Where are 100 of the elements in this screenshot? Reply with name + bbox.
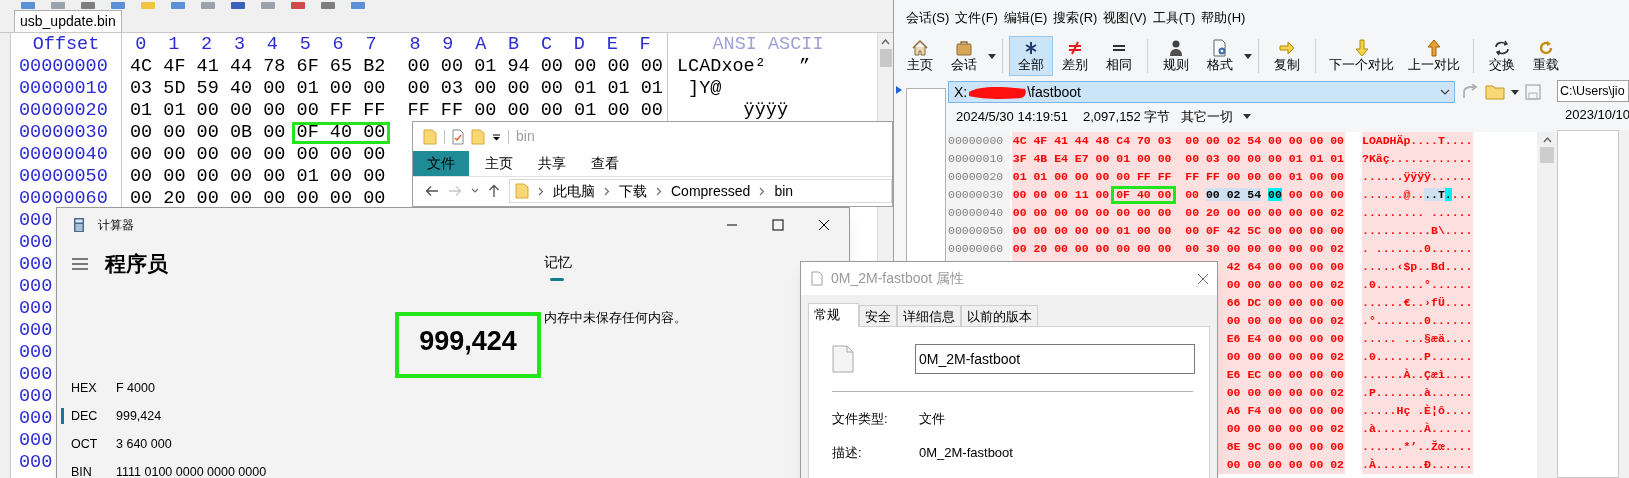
file-tab[interactable]: usb_update.bin <box>14 10 122 32</box>
name-field[interactable]: 0M_2M-fastboot <box>915 344 1195 374</box>
scrollbar-thumb[interactable] <box>879 49 892 67</box>
offset-cell: 00000030 <box>11 122 122 144</box>
dialog-tab[interactable]: 常规 <box>808 303 859 327</box>
menu-item[interactable]: 帮助(H) <box>1201 8 1246 28</box>
calculator-icon <box>73 217 85 233</box>
dropdown-icon[interactable] <box>492 131 501 142</box>
maximize-icon[interactable] <box>772 219 784 231</box>
breadcrumb-link[interactable]: 下载 <box>619 180 647 202</box>
field-value: 文件 <box>919 410 945 429</box>
hex-bytes: E6 EC 00 00 00 00 <box>1226 368 1344 381</box>
offset-cell: 00000000 <box>948 132 1010 150</box>
dialog-tab[interactable]: 安全 <box>859 305 897 327</box>
hex-bytes: 01 01 00 00 00 00 FF FF FF FF 00 00 00 01 00 00 <box>130 100 663 121</box>
toolbar-icon[interactable] <box>260 2 276 10</box>
radix-label[interactable]: OCT <box>71 434 116 454</box>
ansi-text: ÿÿÿÿ <box>742 100 789 121</box>
toolbar-button[interactable]: 下一个对比 <box>1322 36 1401 76</box>
window-title: 0M_2M-fastboot 属性 <box>831 269 965 288</box>
hex-bytes: 00 20 00 00 00 00 00 00 <box>130 188 386 209</box>
toolbar-icon[interactable] <box>50 2 66 10</box>
toolbar-icon[interactable] <box>110 2 126 10</box>
toolbar-icon[interactable] <box>350 2 366 10</box>
menu-item[interactable]: 编辑(E) <box>1003 8 1048 28</box>
hex-bytes: A6 F4 00 00 00 00 <box>1226 404 1344 417</box>
up-arrow-icon[interactable] <box>488 184 500 198</box>
pane-marker-icon <box>896 86 902 94</box>
dialog-tab[interactable]: 以前的版本 <box>961 305 1038 327</box>
menu-icon[interactable] <box>72 258 88 270</box>
dropdown-caret-icon[interactable] <box>988 53 996 59</box>
toolbar-button[interactable]: 主页 <box>898 36 942 76</box>
folder-icon <box>471 128 485 145</box>
toolbar-button[interactable]: 交换 <box>1480 36 1524 76</box>
ascii-text: ..... ...§æä.... <box>1362 332 1473 345</box>
toolbar-icon[interactable] <box>200 2 216 10</box>
memory-tab[interactable]: 记忆 <box>544 252 572 273</box>
dialog-tab[interactable]: 详细信息 <box>897 305 961 327</box>
hex-bytes: 00 00 00 00 00 00 00 00 00 20 00 00 00 00 00 02 <box>1012 206 1344 219</box>
menu-item[interactable]: 文件(F) <box>955 8 998 28</box>
column-header: 6 <box>331 32 345 57</box>
toolbar-button[interactable]: 相同 <box>1097 36 1141 76</box>
menu-item[interactable]: 视图(V) <box>1103 8 1147 28</box>
checked-document-icon[interactable] <box>452 128 464 145</box>
toolbar-button[interactable]: 重载 <box>1524 36 1568 76</box>
toolbar-button[interactable]: 上一对比 <box>1401 36 1467 76</box>
toolbar-button[interactable]: 规则 <box>1154 36 1198 76</box>
toolbar-button[interactable]: 会话 <box>942 36 986 76</box>
toolbar-icon[interactable] <box>20 2 36 10</box>
offset-cell: 00000040 <box>11 144 122 166</box>
ribbon-tab[interactable]: 文件 <box>413 151 469 176</box>
menu-item[interactable]: 工具(T) <box>1152 8 1196 28</box>
toolbar-icon[interactable] <box>230 2 246 10</box>
hex-bytes: 03 5D 59 40 00 01 00 00 00 03 00 00 00 01 01 01 <box>130 78 663 99</box>
chevron-down-icon[interactable] <box>471 188 479 194</box>
chevron-icon <box>759 186 766 196</box>
scrollbar[interactable] <box>1619 130 1629 478</box>
ascii-text: .0.......°...... <box>1362 278 1473 291</box>
menu-item[interactable]: 搜索(R) <box>1053 8 1098 28</box>
chevron-down-icon[interactable] <box>1440 89 1450 95</box>
breadcrumb-link[interactable]: Compressed <box>671 180 751 202</box>
hex-bytes: 00 00 00 00 00 02 <box>1226 422 1344 435</box>
toolbar-icon[interactable] <box>170 2 186 10</box>
dropdown-caret-icon[interactable] <box>1511 89 1519 95</box>
address-bar[interactable]: 此电脑 下载 Compressed bin <box>509 179 892 203</box>
column-header: C <box>539 32 554 57</box>
toolbar-icon[interactable] <box>290 2 306 10</box>
breadcrumb-link[interactable]: bin <box>774 180 794 202</box>
scroll-up-icon[interactable] <box>1542 137 1552 143</box>
scroll-up-icon[interactable] <box>881 39 890 45</box>
date-text: 2023/10/10 <box>1564 106 1629 124</box>
toolbar-icon[interactable] <box>320 2 336 10</box>
path-field[interactable]: C:\Users\jio <box>1557 80 1629 102</box>
toolbar-button[interactable]: 格式 <box>1198 36 1242 76</box>
menu-item[interactable]: 会话(S) <box>906 8 950 28</box>
back-arrow-icon[interactable] <box>425 185 439 197</box>
reload-icon <box>1537 39 1555 57</box>
field-value: 0M_2M-fastboot <box>919 444 1013 463</box>
toolbar-button[interactable]: 差别 <box>1053 36 1097 76</box>
offset-cell: 00000000 <box>11 56 122 78</box>
filter-dropdown[interactable]: 其它一切 <box>1181 106 1233 127</box>
toolbar-button[interactable]: 全部 <box>1009 36 1053 76</box>
ascii-text: ?Käç............ <box>1362 152 1473 165</box>
dropdown-caret-icon[interactable] <box>1244 53 1252 59</box>
scrollbar[interactable] <box>1537 132 1557 478</box>
ascii-text: . .......0...... <box>1362 242 1473 255</box>
toolbar-button[interactable]: 复制 <box>1265 36 1309 76</box>
save-icon[interactable] <box>1525 84 1541 100</box>
toolbar-icon[interactable] <box>80 2 96 10</box>
hex-bytes: 00 02 54 <box>1205 188 1262 201</box>
scrollbar-thumb[interactable] <box>1540 147 1554 163</box>
memory-message: 内存中未保存任何内容。 <box>544 309 687 327</box>
radix-label[interactable]: DEC <box>71 406 116 426</box>
breadcrumb-link[interactable]: 此电脑 <box>553 180 595 202</box>
dropdown-caret-icon[interactable] <box>1243 114 1251 119</box>
path-field[interactable]: X: \fastboot <box>948 81 1455 103</box>
close-icon[interactable] <box>818 219 830 231</box>
redo-arrow-icon[interactable] <box>1461 84 1479 100</box>
ascii-text: .0.......P...... <box>1362 350 1473 363</box>
hex-bytes: 00 00 00 <box>1288 188 1344 201</box>
